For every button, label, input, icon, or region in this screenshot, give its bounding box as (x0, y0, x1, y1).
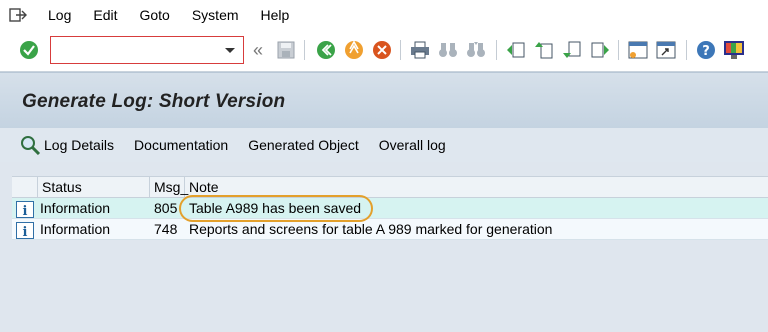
column-header-msg[interactable]: Msg_ (150, 177, 188, 197)
msg-number-cell: 748 (154, 221, 178, 237)
menu-goto[interactable]: Goto (139, 7, 169, 23)
documentation-button[interactable]: Documentation (134, 137, 228, 153)
previous-page-icon[interactable] (532, 38, 556, 62)
last-page-icon[interactable] (588, 38, 612, 62)
shortcut-icon[interactable] (654, 38, 678, 62)
back-icon[interactable] (314, 38, 338, 62)
system-toolbar: « ? (0, 30, 768, 72)
table-row[interactable]: i Information 805 Table A989 has been sa… (12, 198, 768, 219)
application-toolbar: Log Details Documentation Generated Obje… (0, 128, 768, 162)
menu-system[interactable]: System (192, 7, 239, 23)
status-cell: Information (40, 200, 111, 216)
column-header-note[interactable]: Note (185, 177, 768, 197)
menu-help[interactable]: Help (261, 7, 290, 23)
create-session-icon[interactable] (626, 38, 650, 62)
first-page-icon[interactable] (504, 38, 528, 62)
page-title: Generate Log: Short Version (22, 91, 286, 112)
cancel-icon[interactable] (370, 38, 394, 62)
enter-check-icon[interactable] (17, 38, 41, 62)
save-icon[interactable] (274, 38, 298, 62)
print-icon[interactable] (408, 38, 432, 62)
column-header-status[interactable]: Status (38, 177, 150, 197)
note-cell: Reports and screens for table A 989 mark… (189, 221, 553, 237)
menu-edit[interactable]: Edit (93, 7, 117, 23)
header-select-column[interactable] (12, 177, 38, 197)
info-icon[interactable]: i (16, 221, 34, 240)
command-field[interactable] (50, 36, 244, 64)
log-details-label: Log Details (44, 137, 115, 153)
next-page-icon[interactable] (560, 38, 584, 62)
find-next-icon[interactable] (464, 38, 488, 62)
highlight-annotation (179, 195, 373, 222)
generated-object-button[interactable]: Generated Object (248, 137, 359, 153)
table-row[interactable]: i Information 748 Reports and screens fo… (12, 219, 768, 240)
info-icon[interactable]: i (16, 200, 34, 219)
log-details-button[interactable]: Log Details (20, 135, 114, 155)
command-input[interactable] (51, 37, 221, 63)
help-icon[interactable]: ? (694, 38, 718, 62)
double-chevron-left-icon[interactable]: « (246, 38, 270, 62)
status-cell: Information (40, 221, 111, 237)
menu-bar: Log Edit Goto System Help (0, 0, 768, 30)
magnifier-icon (20, 135, 42, 155)
log-list-area: Status Msg_ Note i Information 805 Table… (0, 162, 768, 332)
menu-log[interactable]: Log (48, 7, 71, 23)
chevron-down-icon[interactable] (225, 48, 235, 53)
customize-layout-icon[interactable] (722, 38, 746, 62)
exit-icon[interactable] (6, 3, 30, 27)
table-header: Status Msg_ Note (12, 176, 768, 198)
exit-app-icon[interactable] (342, 38, 366, 62)
svg-text:?: ? (702, 44, 710, 59)
log-table: Status Msg_ Note i Information 805 Table… (12, 176, 768, 240)
overall-log-button[interactable]: Overall log (379, 137, 446, 153)
title-bar: Generate Log: Short Version (0, 72, 768, 128)
find-icon[interactable] (436, 38, 460, 62)
